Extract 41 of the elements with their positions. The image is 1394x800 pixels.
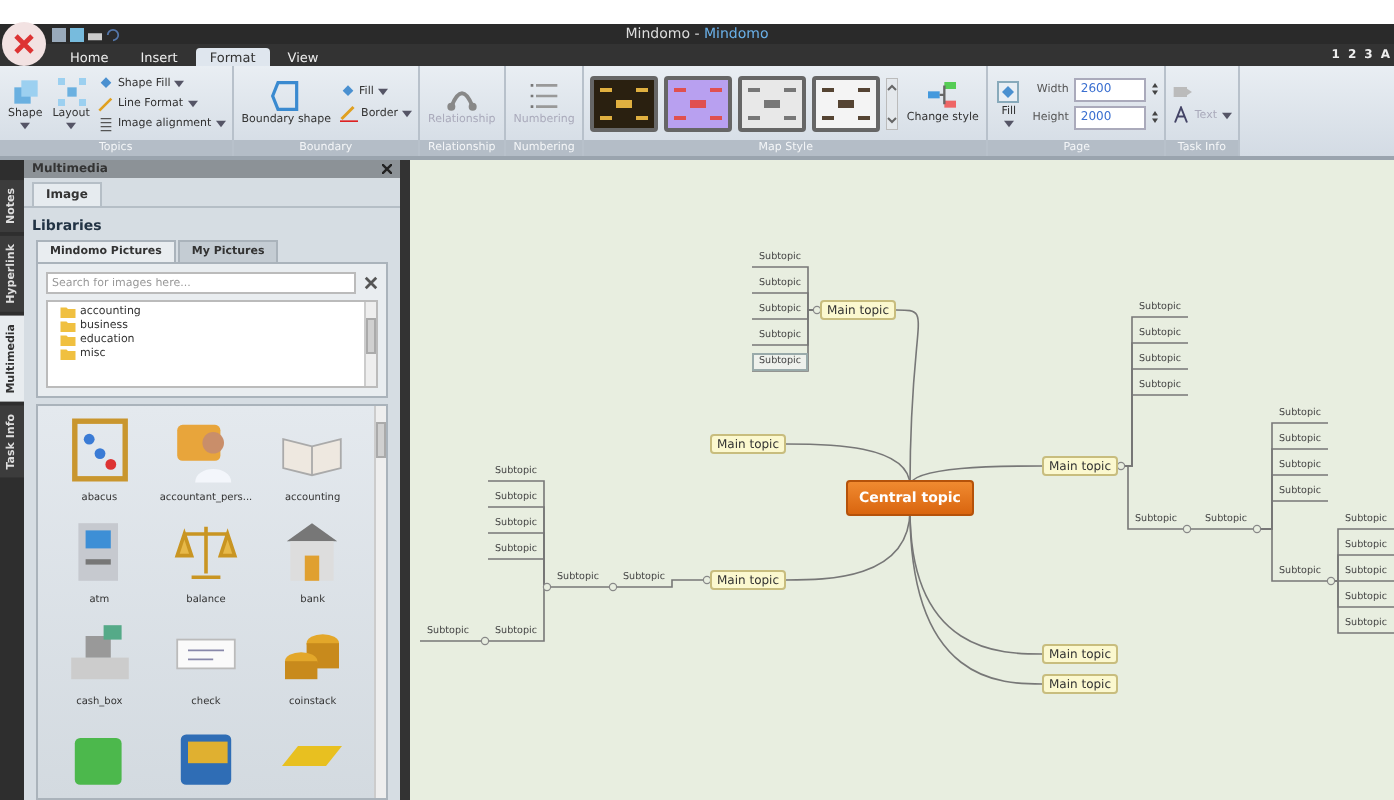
layout-icon (57, 77, 86, 105)
pen-icon (97, 95, 114, 111)
collapse-icon[interactable] (608, 582, 618, 592)
spinner-icon[interactable] (1152, 80, 1159, 98)
flag-icon (1172, 82, 1193, 102)
pen-icon (339, 104, 358, 122)
collapse-icon[interactable] (1252, 524, 1262, 534)
close-button[interactable] (382, 164, 392, 174)
map-style-thumbnail[interactable] (664, 75, 733, 131)
align-icon (97, 115, 114, 131)
scrollbar[interactable] (374, 406, 386, 798)
scrollbar[interactable] (364, 302, 376, 386)
collapse-icon[interactable] (542, 582, 552, 592)
boundary-icon (270, 80, 303, 112)
collapse-icon[interactable] (1182, 524, 1192, 534)
gallery-scroll-icon[interactable] (886, 77, 899, 129)
map-style-thumbnail[interactable] (738, 75, 807, 131)
clear-button[interactable] (364, 276, 378, 290)
spinner-icon[interactable] (1152, 108, 1159, 126)
caret-icon (187, 99, 198, 107)
letter-a-icon (1172, 106, 1191, 124)
collapse-icon[interactable] (480, 636, 490, 646)
shapes-icon (11, 77, 40, 105)
caret-icon (1003, 119, 1014, 127)
map-style-thumbnail[interactable] (812, 75, 881, 131)
caret-icon (174, 79, 185, 87)
document-icon[interactable] (70, 27, 84, 41)
collapse-icon[interactable] (1326, 576, 1336, 586)
caret-icon (66, 121, 77, 129)
style-icon (928, 82, 957, 110)
caret-icon (20, 121, 31, 129)
paint-bucket-icon (339, 84, 356, 100)
paint-bucket-icon (996, 79, 1021, 103)
caret-icon (1221, 111, 1231, 119)
caret-icon (377, 88, 388, 96)
map-style-thumbnail[interactable] (590, 75, 659, 131)
caret-icon (215, 119, 226, 127)
numbered-list-icon (528, 80, 561, 112)
caret-icon (402, 109, 412, 117)
save-icon[interactable] (52, 27, 66, 41)
paint-bucket-icon (97, 75, 114, 91)
